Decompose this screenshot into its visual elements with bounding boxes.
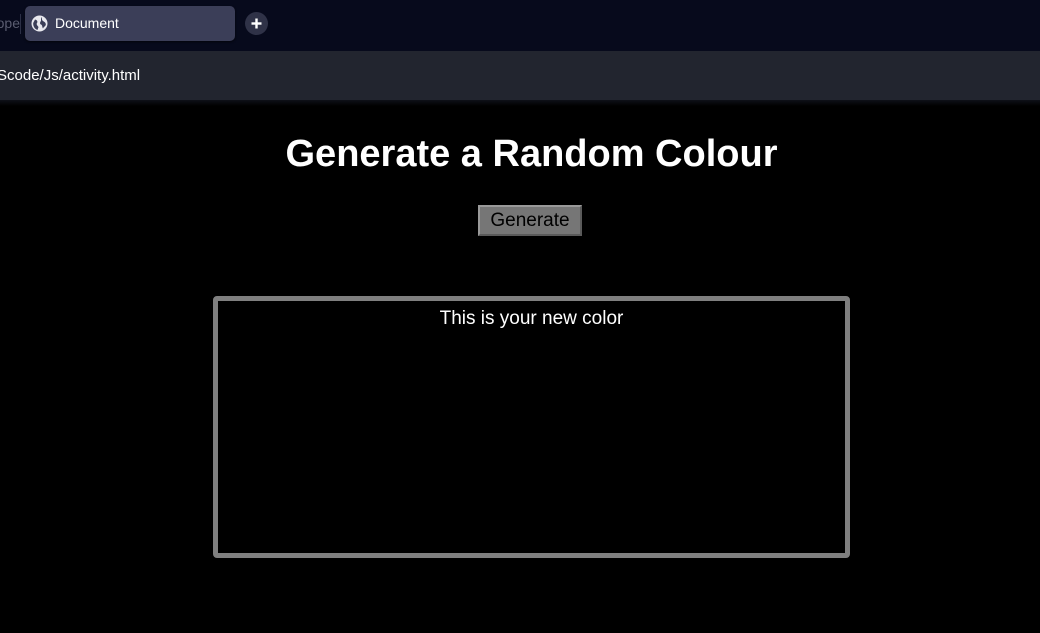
plus-icon [251, 18, 262, 29]
page-title: Generate a Random Colour [285, 133, 778, 175]
toolbar-shadow [0, 100, 1040, 106]
browser-tab-bar: ope Document [0, 0, 1040, 51]
browser-tab-document[interactable]: Document [25, 6, 235, 41]
url-text[interactable]: Scode/Js/activity.html [0, 67, 140, 84]
color-box-text: This is your new color [439, 308, 624, 329]
tab-title: Document [55, 15, 119, 31]
new-tab-button[interactable] [245, 12, 268, 35]
address-bar[interactable]: Scode/Js/activity.html [0, 51, 1040, 100]
tab-divider [20, 14, 21, 34]
previous-tab[interactable]: ope [0, 15, 20, 31]
globe-icon [31, 15, 48, 32]
generate-button[interactable]: Generate [478, 205, 582, 236]
color-display-box: This is your new color [213, 296, 850, 558]
